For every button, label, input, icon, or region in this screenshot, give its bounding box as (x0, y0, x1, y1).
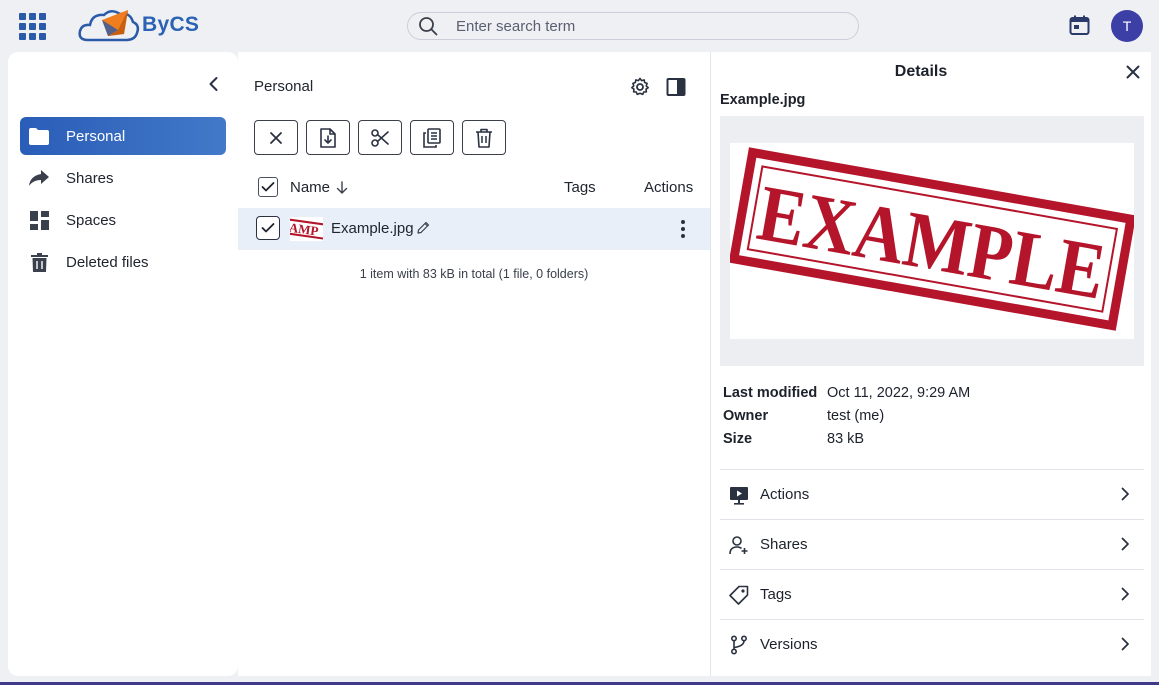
calendar-icon[interactable] (1069, 15, 1090, 36)
brand-logo[interactable]: ByCS (78, 5, 203, 45)
column-header-actions: Actions (644, 179, 694, 196)
chevron-right-icon (1121, 537, 1129, 551)
chevron-right-icon (1121, 587, 1129, 601)
panel-label: Actions (760, 486, 810, 503)
cloud-logo-icon (78, 10, 140, 42)
search-bar[interactable] (407, 12, 859, 40)
add-user-icon (728, 534, 750, 556)
download-button[interactable] (306, 120, 350, 155)
toggle-details-panel-icon[interactable] (666, 77, 686, 97)
user-avatar[interactable]: T (1111, 10, 1143, 42)
pencil-icon[interactable] (416, 221, 430, 235)
panel-shares[interactable]: Shares (720, 519, 1144, 569)
file-list-panel: Personal Name Tags Actions AMP Example.j… (238, 52, 710, 676)
sort-arrow-down-icon (336, 181, 348, 194)
sidebar: Personal Shares Spaces Deleted files (8, 52, 238, 676)
actions-icon (728, 484, 750, 506)
share-arrow-icon (29, 168, 49, 188)
column-header-tags: Tags (564, 179, 596, 196)
select-all-checkbox[interactable] (258, 177, 278, 197)
close-icon[interactable] (1125, 64, 1141, 80)
grid-icon (29, 210, 49, 230)
checkmark-icon (261, 223, 275, 233)
panel-actions[interactable]: Actions (720, 469, 1144, 519)
git-branch-icon (728, 634, 750, 656)
panel-label: Shares (760, 536, 808, 553)
column-header-label: Name (290, 179, 331, 196)
file-list-header: Name Tags Actions (238, 170, 710, 204)
checkmark-icon (261, 182, 275, 192)
preview-image: EXAMPLE (730, 143, 1134, 339)
close-icon (270, 131, 282, 144)
list-summary: 1 item with 83 kB in total (1 file, 0 fo… (359, 267, 589, 281)
meta-size: Size 83 kB (723, 431, 970, 454)
meta-value: test (me) (827, 408, 885, 424)
file-metadata: Last modified Oct 11, 2022, 9:29 AM Owne… (723, 385, 970, 454)
trash-icon (29, 252, 49, 272)
top-bar: ByCS T (0, 0, 1159, 52)
panel-tags[interactable]: Tags (720, 569, 1144, 619)
brand-name: ByCS (142, 13, 200, 36)
sidebar-item-label: Personal (66, 127, 126, 145)
sidebar-item-label: Deleted files (66, 253, 149, 271)
meta-label: Last modified (723, 385, 818, 401)
cut-button[interactable] (358, 120, 402, 155)
delete-button[interactable] (462, 120, 506, 155)
folder-icon (29, 126, 49, 146)
sidebar-item-label: Spaces (66, 211, 117, 229)
more-actions-icon[interactable] (674, 218, 692, 240)
breadcrumb[interactable]: Personal (254, 78, 313, 95)
column-header-name[interactable]: Name (290, 179, 348, 196)
details-file-name: Example.jpg (720, 92, 806, 108)
download-icon (320, 127, 336, 148)
trash-icon (476, 128, 492, 148)
meta-value: Oct 11, 2022, 9:29 AM (827, 385, 971, 401)
tag-icon (728, 584, 750, 606)
details-panel-list: Actions Shares Tags Versions (720, 469, 1144, 669)
panel-label: Tags (760, 586, 792, 603)
details-panel: Details Example.jpg EXAMPLE Last modifie… (710, 52, 1151, 676)
file-preview: EXAMPLE (720, 116, 1144, 366)
copy-button[interactable] (410, 120, 454, 155)
sidebar-item-label: Shares (66, 169, 114, 187)
sidebar-item-spaces[interactable]: Spaces (20, 201, 226, 239)
sidebar-item-deleted-files[interactable]: Deleted files (20, 243, 226, 281)
meta-owner: Owner test (me) (723, 408, 970, 431)
copy-icon (423, 127, 441, 148)
search-icon (419, 17, 438, 36)
search-input[interactable] (456, 17, 836, 35)
sidebar-item-personal[interactable]: Personal (20, 117, 226, 155)
table-row[interactable]: AMP Example.jpg (238, 208, 710, 250)
scissors-icon (371, 128, 389, 147)
panel-versions[interactable]: Versions (720, 619, 1144, 669)
chevron-right-icon (1121, 487, 1129, 501)
row-select-checkbox[interactable] (256, 216, 280, 240)
meta-label: Owner (723, 408, 769, 424)
details-title: Details (894, 63, 948, 80)
gear-icon[interactable] (630, 77, 650, 97)
sidebar-item-shares[interactable]: Shares (20, 159, 226, 197)
sidebar-nav: Personal Shares Spaces Deleted files (20, 117, 226, 285)
panel-label: Versions (760, 636, 818, 653)
app-switcher-icon[interactable] (19, 13, 46, 40)
meta-last-modified: Last modified Oct 11, 2022, 9:29 AM (723, 385, 970, 408)
chevron-right-icon (1121, 637, 1129, 651)
batch-actions-toolbar (254, 120, 506, 155)
file-name-link[interactable]: Example.jpg (331, 220, 414, 237)
meta-value: 83 kB (827, 431, 865, 447)
clear-selection-button[interactable] (254, 120, 298, 155)
collapse-sidebar-icon[interactable] (206, 76, 222, 92)
file-thumbnail[interactable]: AMP (290, 217, 323, 241)
meta-label: Size (723, 431, 753, 447)
